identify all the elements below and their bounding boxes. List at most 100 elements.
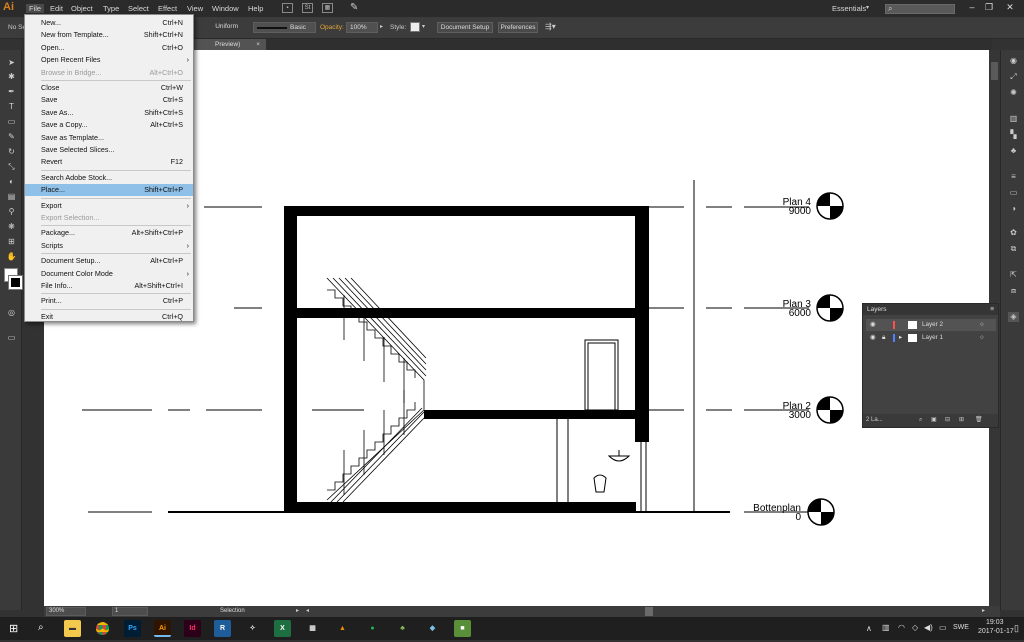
restore-button[interactable]: ❐: [983, 2, 995, 14]
workspace-switcher[interactable]: Essentials: [832, 4, 866, 13]
minimize-button[interactable]: –: [966, 2, 978, 14]
menu-effect[interactable]: Effect: [158, 4, 177, 13]
gradient-tool-icon[interactable]: ▤: [6, 192, 17, 201]
menu-file[interactable]: File: [26, 4, 45, 13]
clock-time[interactable]: 19:03: [986, 619, 1004, 626]
transparency-icon[interactable]: ◑: [1008, 204, 1019, 214]
menu-item-print[interactable]: Print... Ctrl+P: [25, 295, 193, 307]
symbols-icon[interactable]: ♣: [1008, 146, 1019, 156]
delete-layer-icon[interactable]: 🗑︎: [975, 414, 983, 427]
stock-icon[interactable]: St: [302, 3, 313, 13]
language-indicator[interactable]: SWE: [953, 624, 969, 631]
excel-icon[interactable]: X: [274, 620, 291, 637]
zoom-field[interactable]: 300%: [46, 607, 86, 616]
action-center-icon[interactable]: ▯: [1014, 623, 1019, 634]
menu-item-place[interactable]: Place... Shift+Ctrl+P: [25, 184, 193, 197]
rectangle-tool-icon[interactable]: ▭: [6, 117, 17, 126]
paintbrush-tool-icon[interactable]: ✎: [6, 132, 17, 141]
dropbox-icon[interactable]: ◇: [912, 623, 918, 632]
search-icon[interactable]: ⌕: [38, 622, 44, 633]
scale-tool-icon[interactable]: ⤡: [6, 162, 17, 171]
menu-item-export-selection[interactable]: Export Selection...: [25, 212, 193, 224]
menu-item-close[interactable]: Close Ctrl+W: [25, 82, 193, 94]
menu-item-new-from-template[interactable]: New from Template... Shift+Ctrl+N: [25, 29, 193, 41]
layers-icon[interactable]: ◈: [1008, 312, 1019, 322]
appearance-icon[interactable]: ◉: [1008, 56, 1019, 66]
windows-start-icon[interactable]: ⊞: [9, 622, 18, 635]
pen-tool-icon[interactable]: ✒: [6, 87, 17, 96]
magic-wand-icon[interactable]: ✱: [6, 72, 17, 81]
volume-icon[interactable]: ◀): [924, 623, 933, 632]
menu-item-file-info[interactable]: File Info... Alt+Shift+Ctrl+I: [25, 280, 193, 292]
minecraft-icon[interactable]: ■: [454, 620, 471, 637]
opacity-label[interactable]: Opacity:: [320, 24, 344, 31]
layer-row[interactable]: ◉ 🔒︎ ▸ Layer 1 ○: [866, 332, 996, 344]
search-adobe-stock-input[interactable]: ⌕: [885, 4, 955, 14]
close-tab-icon[interactable]: ×: [256, 39, 260, 50]
symbol-sprayer-icon[interactable]: ❋: [6, 222, 17, 231]
calculator-icon[interactable]: ▦: [304, 620, 321, 637]
shape-builder-icon[interactable]: ◐: [6, 177, 17, 186]
menu-item-scripts[interactable]: Scripts ›: [25, 240, 193, 252]
align-icon[interactable]: ▥: [1008, 114, 1019, 124]
menu-item-open-recent-files[interactable]: Open Recent Files ›: [25, 54, 193, 66]
notifications-icon[interactable]: ▭: [939, 623, 947, 632]
menu-item-save-a-copy[interactable]: Save a Copy... Alt+Ctrl+S: [25, 119, 193, 131]
color-guide-icon[interactable]: ✺: [1008, 88, 1019, 98]
menu-select[interactable]: Select: [128, 4, 149, 13]
rotate-tool-icon[interactable]: ↻: [6, 147, 17, 156]
gpu-performance-icon[interactable]: ✎: [350, 2, 358, 13]
target-icon[interactable]: ○: [980, 319, 984, 331]
document-setup-button[interactable]: Document Setup: [437, 22, 493, 33]
app-tree-icon[interactable]: ♣: [394, 620, 411, 637]
lock-icon[interactable]: 🔒︎: [882, 332, 885, 344]
eyedropper-tool-icon[interactable]: ⚲: [6, 207, 17, 216]
document-tab[interactable]: Preview) ×: [189, 39, 266, 50]
photoshop-icon[interactable]: Ps: [124, 620, 141, 637]
transform-icon[interactable]: ⤢: [1008, 72, 1019, 82]
menu-edit[interactable]: Edit: [50, 4, 63, 13]
menu-window[interactable]: Window: [212, 4, 239, 13]
network-icon[interactable]: ▥: [882, 623, 890, 632]
layer-row[interactable]: ◉ Layer 2 ○: [866, 319, 996, 331]
layer-name[interactable]: Layer 2: [922, 319, 943, 331]
vlc-icon[interactable]: ▲: [334, 620, 351, 637]
chrome-icon[interactable]: [94, 620, 111, 637]
menu-item-open[interactable]: Open... Ctrl+O: [25, 42, 193, 54]
clipping-mask-icon[interactable]: ▣: [931, 414, 937, 427]
file-explorer-icon[interactable]: ▬: [64, 620, 81, 637]
menu-item-search-adobe-stock[interactable]: Search Adobe Stock...: [25, 172, 193, 184]
eye-icon[interactable]: ◉: [870, 332, 876, 344]
wifi-icon[interactable]: ◠: [898, 623, 905, 632]
menu-item-save[interactable]: Save Ctrl+S: [25, 94, 193, 106]
graphic-styles-icon[interactable]: ⧉: [1008, 244, 1019, 254]
draw-mode-icon[interactable]: ◎: [6, 308, 17, 317]
pathfinder-icon[interactable]: ▚: [1008, 130, 1019, 140]
bridge-icon[interactable]: ▪: [282, 3, 293, 13]
vertical-scroll-thumb[interactable]: [991, 62, 998, 80]
type-tool-icon[interactable]: T: [6, 102, 17, 111]
export-icon[interactable]: ⇱: [1008, 270, 1019, 280]
stroke-swatch[interactable]: [8, 275, 23, 290]
indesign-icon[interactable]: Id: [184, 620, 201, 637]
menu-view[interactable]: View: [187, 4, 203, 13]
app-icon[interactable]: ✧: [244, 620, 261, 637]
expand-arrow-icon[interactable]: ▸: [899, 332, 902, 344]
menu-item-save-as[interactable]: Save As... Shift+Ctrl+S: [25, 107, 193, 119]
hand-tool-icon[interactable]: ✋: [6, 252, 17, 261]
arrange-icon[interactable]: ⇶▾: [545, 22, 556, 31]
horizontal-scroll-thumb[interactable]: [645, 607, 653, 616]
layers-panel-header[interactable]: Layers ≡: [863, 304, 998, 315]
brushes-icon[interactable]: ✿: [1008, 228, 1019, 238]
screen-mode-icon[interactable]: ▭: [6, 333, 17, 342]
chevron-left-icon[interactable]: ◂: [306, 607, 309, 614]
chevron-right-icon[interactable]: ▸: [380, 23, 383, 30]
app-book-icon[interactable]: ◆: [424, 620, 441, 637]
menu-help[interactable]: Help: [248, 4, 263, 13]
stroke-icon[interactable]: ≡: [1008, 172, 1019, 182]
illustrator-icon[interactable]: Ai: [154, 620, 171, 637]
menu-item-revert[interactable]: Revert F12: [25, 156, 193, 168]
menu-item-save-selected-slices[interactable]: Save Selected Slices...: [25, 144, 193, 156]
close-window-button[interactable]: ✕: [1004, 2, 1016, 14]
menu-object[interactable]: Object: [71, 4, 93, 13]
